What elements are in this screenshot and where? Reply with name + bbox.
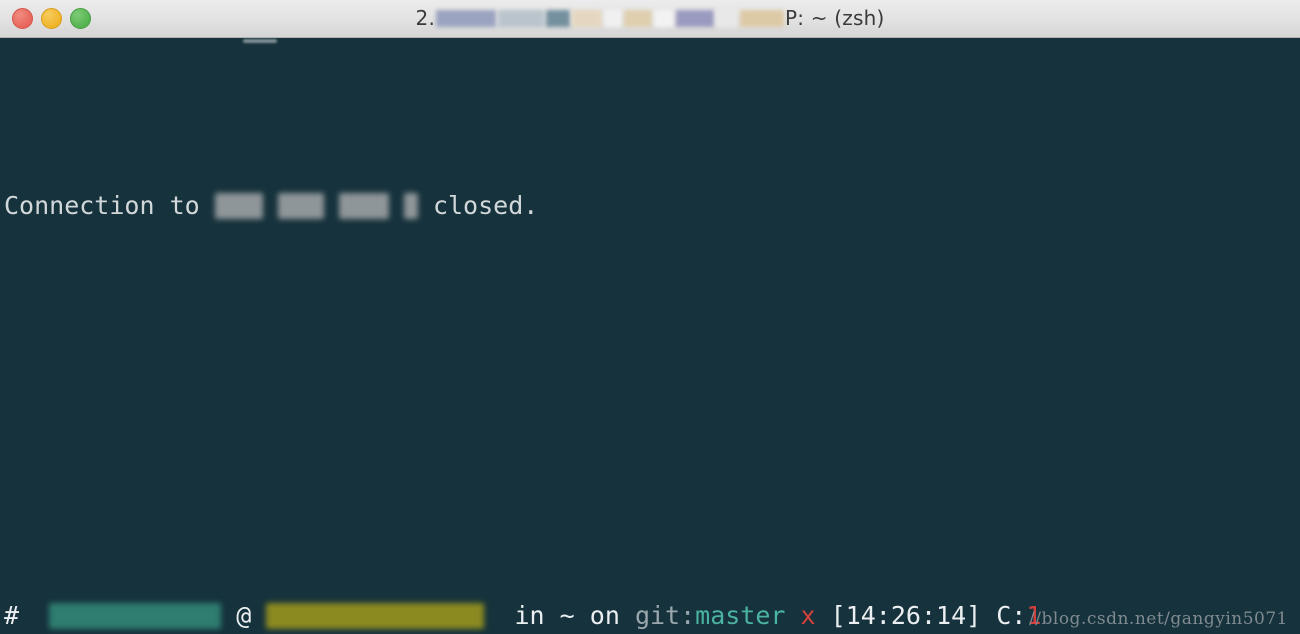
redacted-ip [214, 193, 263, 219]
connection-suffix: closed. [417, 191, 539, 220]
prompt-timestamp: [14:26:14] [830, 601, 982, 630]
terminal-window: 2. P: ~ (zsh) Connection to closed. # @ … [0, 0, 1300, 634]
window-title-redacted [740, 9, 784, 27]
window-title-redacted [572, 9, 602, 27]
window-title-redacted [498, 9, 544, 27]
prompt-git-dirty-marker: x [800, 601, 816, 630]
window-title-redacted [604, 9, 622, 27]
prompt-git-label: git: [634, 601, 696, 630]
window-title-suffix: P: ~ (zsh) [785, 6, 885, 30]
prompt-path: ~ [559, 601, 575, 630]
window-title-redacted [716, 9, 738, 27]
redacted-username [49, 603, 222, 629]
terminal-prompt-line-1: # @ in ~ on git:master x [14:26:14] C:1 [0, 598, 1137, 634]
window-title-prefix: 2. [415, 6, 435, 30]
terminal-screen: Connection to closed. # @ in ~ on git:ma… [0, 38, 1137, 634]
prompt-at: @ [236, 601, 252, 630]
connection-prefix: Connection to [4, 191, 215, 220]
prompt-hash: # [4, 601, 20, 630]
redacted-hostname [266, 603, 485, 629]
window-title-redacted [624, 9, 652, 27]
window-title: 2. P: ~ (zsh) [0, 3, 1300, 33]
prompt-exit-label: C: [996, 601, 1027, 630]
window-title-redacted [654, 9, 674, 27]
window-title-redacted [676, 9, 714, 27]
redacted-ip [338, 193, 389, 219]
watermark-text: //blog.csdn.net/gangyin5071 [1029, 609, 1288, 629]
prompt-on-label: on [589, 601, 620, 630]
prompt-git-branch: master [695, 601, 786, 630]
redacted-ip [403, 193, 418, 219]
redacted-ip [277, 193, 324, 219]
prompt-in-label: in [514, 601, 545, 630]
terminal-content[interactable]: Connection to closed. # @ in ~ on git:ma… [0, 38, 1300, 634]
window-titlebar[interactable]: 2. P: ~ (zsh) [0, 0, 1300, 38]
terminal-line-connection-closed: Connection to closed. [0, 188, 1137, 224]
window-title-redacted [546, 9, 570, 27]
window-title-redacted [436, 9, 496, 27]
